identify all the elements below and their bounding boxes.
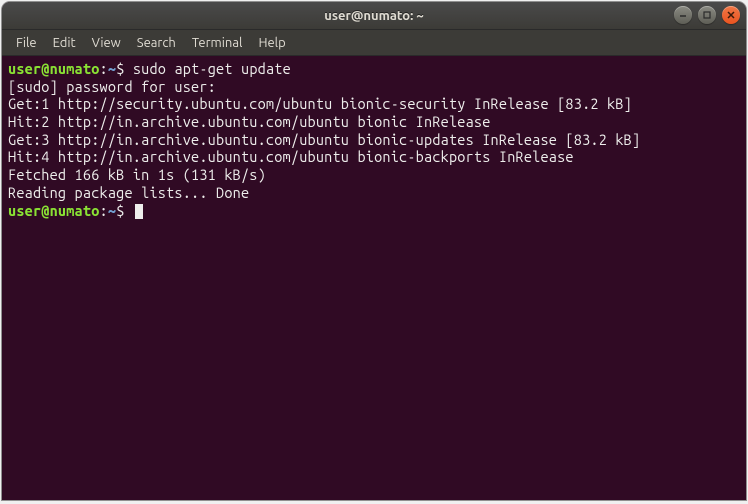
menu-terminal[interactable]: Terminal [184, 32, 251, 54]
output-line: Get:1 http://security.ubuntu.com/ubuntu … [8, 95, 632, 112]
maximize-button[interactable] [698, 6, 716, 24]
command-text: sudo apt-get update [133, 60, 291, 77]
menu-view[interactable]: View [84, 32, 129, 54]
window-title: user@numato: ~ [324, 9, 423, 23]
prompt-colon-2: : [100, 202, 108, 219]
menu-search[interactable]: Search [129, 32, 184, 54]
menu-help[interactable]: Help [250, 32, 293, 54]
prompt-colon: : [100, 60, 108, 77]
output-line: Reading package lists... Done [8, 184, 249, 201]
output-line: Hit:2 http://in.archive.ubuntu.com/ubunt… [8, 113, 491, 130]
titlebar: user@numato: ~ [2, 2, 746, 30]
output-line: [sudo] password for user: [8, 78, 216, 95]
close-icon [726, 10, 736, 20]
prompt-symbol: $ [116, 60, 124, 77]
terminal-body[interactable]: user@numato:~$ sudo apt-get update [sudo… [2, 56, 746, 500]
menu-edit[interactable]: Edit [45, 32, 84, 54]
maximize-icon [702, 10, 712, 20]
menu-file[interactable]: File [8, 32, 45, 54]
prompt-user-host: user@numato [8, 60, 100, 77]
cursor [135, 204, 143, 219]
output-line: Hit:4 http://in.archive.ubuntu.com/ubunt… [8, 148, 574, 165]
prompt-path: ~ [108, 60, 116, 77]
window-controls [674, 6, 740, 24]
menubar: File Edit View Search Terminal Help [2, 30, 746, 56]
close-button[interactable] [722, 6, 740, 24]
minimize-button[interactable] [674, 6, 692, 24]
prompt-path-2: ~ [108, 202, 116, 219]
terminal-window: user@numato: ~ File Edit View Search Ter… [2, 2, 746, 500]
prompt-user-host-2: user@numato [8, 202, 100, 219]
prompt-symbol-2: $ [116, 202, 124, 219]
output-line: Get:3 http://in.archive.ubuntu.com/ubunt… [8, 131, 640, 148]
output-line: Fetched 166 kB in 1s (131 kB/s) [8, 166, 266, 183]
minimize-icon [678, 10, 688, 20]
